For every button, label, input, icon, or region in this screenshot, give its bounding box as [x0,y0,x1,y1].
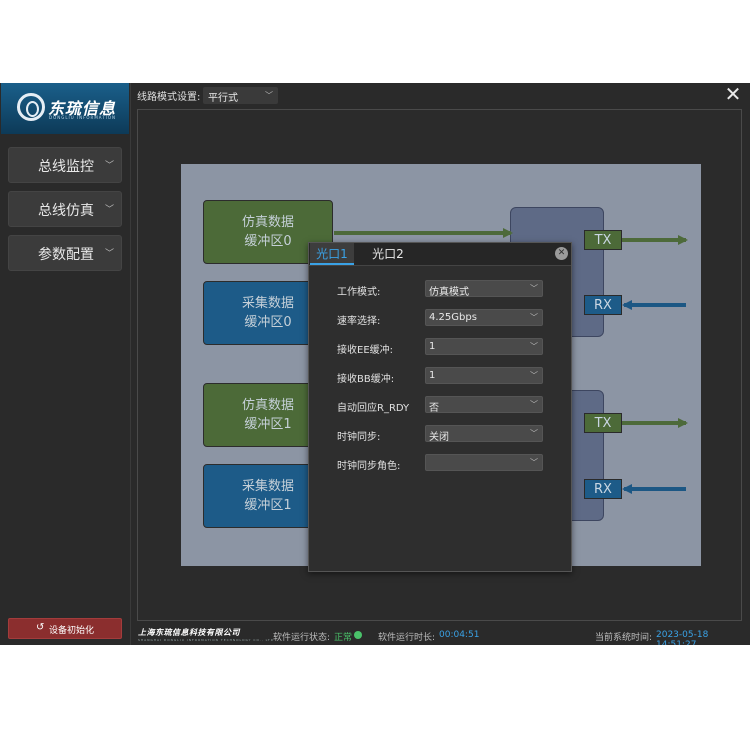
buffer-label: 仿真数据 [241,215,294,230]
company-name: 上海东琉信息科技有限公司 [138,628,240,637]
run-state-value: 正常 [334,633,353,643]
sidebar-item-label: 参数配置 [38,247,94,263]
system-time-value: 2023-05-18 14:51:27 [656,630,709,645]
status-ok-indicator [354,631,362,639]
chevron-down-icon: ﹀ [530,371,538,380]
logo-icon [17,93,45,121]
device-init-button[interactable]: ↺ 设备初始化 [8,618,122,639]
rate-value: 4.25Gbps [429,312,477,323]
run-time-label: 软件运行时长: [378,633,436,643]
run-state-label: 软件运行状态: [273,633,331,643]
logo: 东琉信息 DONGLIU INFORMATION [1,83,129,134]
chevron-down-icon: ﹀ [530,429,538,438]
rx-tag-0: RX [584,295,622,315]
clock-role-select[interactable]: ﹀ [425,454,543,471]
rx-tag-1: RX [584,479,622,499]
close-icon[interactable]: ✕ [723,84,743,104]
work-mode-value: 仿真模式 [429,287,469,298]
logo-subtitle: DONGLIU INFORMATION [49,115,116,120]
chevron-down-icon: ﹀ [530,400,538,409]
ee-buffer-value: 1 [429,341,436,352]
chevron-down-icon: ﹀ [530,284,538,293]
sidebar: 东琉信息 DONGLIU INFORMATION 总线监控 ﹀ 总线仿真 ﹀ 参… [0,83,131,645]
chevron-down-icon: ﹀ [104,249,114,259]
line-mode-value: 平行式 [208,93,238,104]
bb-buffer-select[interactable]: 1 ﹀ [425,367,543,384]
auto-rrdy-select[interactable]: 否 ﹀ [425,396,543,414]
tab-port-2[interactable]: 光口2 [366,243,410,265]
ee-buffer-label: 接收EE缓冲: [337,345,394,356]
reset-icon: ↺ [36,622,45,633]
sidebar-item-param-config[interactable]: 参数配置 ﹀ [8,235,122,271]
clock-sync-label: 时钟同步: [337,432,381,443]
system-time-label: 当前系统时间: [595,633,653,643]
chevron-down-icon: ﹀ [265,91,273,100]
work-mode-select[interactable]: 仿真模式 ﹀ [425,280,543,298]
auto-rrdy-label: 自动回应R_RDY [337,403,410,414]
clock-sync-value: 关闭 [429,432,449,443]
sidebar-item-label: 总线监控 [38,159,94,175]
auto-rrdy-value: 否 [429,403,439,414]
bb-buffer-label: 接收BB缓冲: [337,374,395,385]
chevron-down-icon: ﹀ [104,205,114,215]
dialog-tabs: 光口1 光口2 ✕ [309,243,571,266]
device-init-label: 设备初始化 [49,626,95,636]
rate-select[interactable]: 4.25Gbps ﹀ [425,309,543,326]
chevron-down-icon: ﹀ [530,342,538,351]
sidebar-item-bus-monitor[interactable]: 总线监控 ﹀ [8,147,122,183]
clock-sync-select[interactable]: 关闭 ﹀ [425,425,543,443]
sidebar-item-bus-simulation[interactable]: 总线仿真 ﹀ [8,191,122,227]
optical-port-dialog: 光口1 光口2 ✕ 工作模式: 仿真模式 ﹀ 速率选择: 4.25Gbps ﹀ … [308,242,572,572]
app-window: 东琉信息 DONGLIU INFORMATION 总线监控 ﹀ 总线仿真 ﹀ 参… [0,83,750,645]
tx-tag-1: TX [584,413,622,433]
sidebar-item-label: 总线仿真 [38,203,94,219]
ee-buffer-select[interactable]: 1 ﹀ [425,338,543,355]
work-mode-label: 工作模式: [337,287,381,298]
tx-tag-0: TX [584,230,622,250]
run-time-value: 00:04:51 [439,630,480,640]
chevron-down-icon: ﹀ [530,313,538,322]
clock-role-label: 时钟同步角色: [337,461,401,472]
line-mode-select[interactable]: 平行式 ﹀ [203,87,278,104]
bb-buffer-value: 1 [429,370,436,381]
company-subtitle: SHANGHAI DONGLIU INFORMATION TECHNOLOGY … [138,638,275,642]
dialog-close-icon[interactable]: ✕ [555,247,568,260]
line-mode-label: 线路模式设置: [137,92,201,103]
tab-port-1[interactable]: 光口1 [310,243,354,265]
rate-label: 速率选择: [337,316,381,327]
chevron-down-icon: ﹀ [530,458,538,467]
chevron-down-icon: ﹀ [104,161,114,171]
